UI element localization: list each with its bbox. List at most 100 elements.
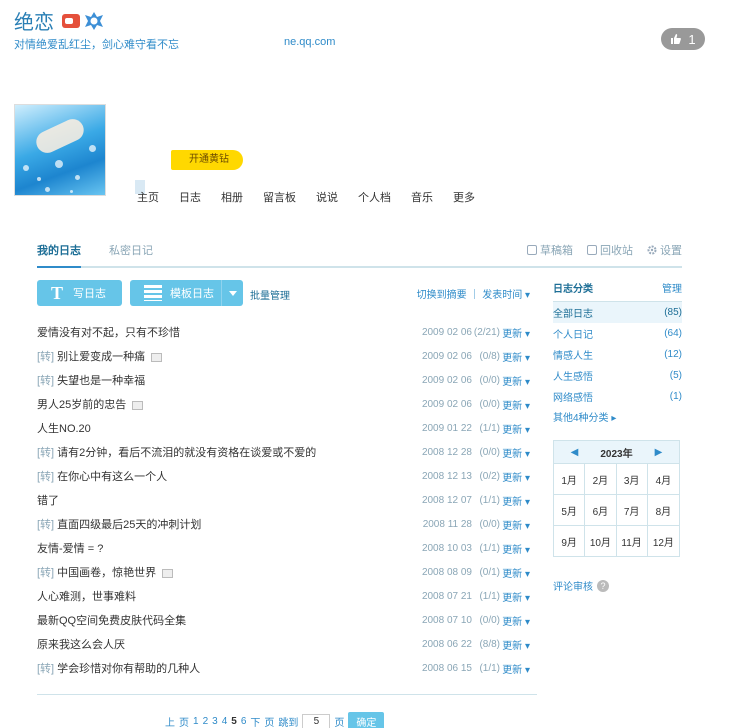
month-cell[interactable]: 4月 xyxy=(647,463,679,494)
entry-more-menu[interactable]: 更新 ▾ xyxy=(500,373,530,388)
go-button[interactable]: 确定 xyxy=(348,712,385,728)
entry-more-menu[interactable]: 更新 ▾ xyxy=(500,661,530,676)
template-dropdown-toggle[interactable] xyxy=(221,280,243,306)
avatar[interactable] xyxy=(14,104,106,196)
blog-entry-row[interactable]: 爱情没有对不起，只有不珍惜 2009 02 06 (2/21) 更新 ▾ xyxy=(37,320,530,344)
month-cell[interactable]: 12月 xyxy=(647,525,679,556)
pager-first[interactable]: 上 xyxy=(165,714,175,728)
nav-item-guestbook[interactable]: 留言板 xyxy=(263,189,296,205)
blog-entry-row[interactable]: [转] 请有2分钟，看后不流泪的就没有资格在谈爱或不爱的 2008 12 28 (0… xyxy=(37,440,530,464)
blog-entry-row[interactable]: [转] 中国画卷，惊艳世界 2008 08 09 (0/1) 更新 ▾ xyxy=(37,560,530,584)
recycle-link[interactable]: 回收站 xyxy=(587,242,633,258)
entry-more-menu[interactable]: 更新 ▾ xyxy=(500,637,530,652)
next-year-arrow-icon[interactable]: ▶ xyxy=(655,447,663,458)
blog-entry-row[interactable]: 友情-爱情 = ? 2008 10 03 (1/1) 更新 ▾ xyxy=(37,536,530,560)
blog-entry-row[interactable]: [转] 在你心中有这么一个人 2008 12 13 (0/2) 更新 ▾ xyxy=(37,464,530,488)
month-cell[interactable]: 9月 xyxy=(554,525,586,556)
entry-more-menu[interactable]: 更新 ▾ xyxy=(500,589,530,604)
template-blog-button[interactable]: 模板日志 xyxy=(130,280,243,306)
batch-manage-link[interactable]: 批量管理 xyxy=(250,287,290,302)
write-blog-button[interactable]: T 写日志 xyxy=(37,280,122,306)
blog-entry-row[interactable]: [转] 失望也是一种幸福 2009 02 06 (0/0) 更新 ▾ xyxy=(37,368,530,392)
more-categories-link[interactable]: 其他4种分类 ▸ xyxy=(553,409,682,424)
nav-item-blog[interactable]: 日志 xyxy=(179,189,201,205)
tab-private-diary[interactable]: 私密日记 xyxy=(109,242,153,258)
blog-entry-row[interactable]: [转] 别让爱变成一种痛 2009 02 06 (0/8) 更新 ▾ xyxy=(37,344,530,368)
entry-more-menu[interactable]: 更新 ▾ xyxy=(500,493,530,508)
nav-item-album[interactable]: 相册 xyxy=(221,189,243,205)
entry-title[interactable]: 友情-爱情 = ? xyxy=(37,540,392,556)
month-cell[interactable]: 5月 xyxy=(554,494,586,525)
entry-title[interactable]: 原来我这么会人厌 xyxy=(37,636,392,652)
entry-more-menu[interactable]: 更新 ▾ xyxy=(500,325,530,340)
category-manage-link[interactable]: 管理 xyxy=(662,280,682,295)
space-url[interactable]: ne.qq.com xyxy=(284,36,335,48)
vip-badge-icon[interactable] xyxy=(62,13,80,28)
diamond-badge-icon[interactable] xyxy=(84,11,104,31)
entry-title[interactable]: [转] 别让爱变成一种痛 xyxy=(37,348,392,364)
nav-item-profile[interactable]: 个人档 xyxy=(358,189,391,205)
nav-item-more[interactable]: 更多 xyxy=(453,189,475,205)
entry-title[interactable]: 男人25岁前的忠告 xyxy=(37,396,392,412)
blog-entry-row[interactable]: 错了 2008 12 07 (1/1) 更新 ▾ xyxy=(37,488,530,512)
pager-page-link[interactable]: 4 xyxy=(222,716,228,727)
month-cell[interactable]: 10月 xyxy=(585,525,617,556)
help-icon[interactable]: ? xyxy=(597,579,609,592)
blog-entry-row[interactable]: 原来我这么会人厌 2008 06 22 (8/8) 更新 ▾ xyxy=(37,632,530,656)
pager-next[interactable]: 下 xyxy=(250,714,260,728)
month-cell[interactable]: 6月 xyxy=(585,494,617,525)
prev-year-arrow-icon[interactable]: ◀ xyxy=(571,447,579,458)
entry-more-menu[interactable]: 更新 ▾ xyxy=(500,397,530,412)
month-cell[interactable]: 11月 xyxy=(616,525,648,556)
entry-more-menu[interactable]: 更新 ▾ xyxy=(500,565,530,580)
entry-more-menu[interactable]: 更新 ▾ xyxy=(500,421,530,436)
category-item[interactable]: 情感人生 (12) xyxy=(553,344,682,365)
sort-toggle[interactable]: 切换到摘要 ｜ 发表时间 ▾ xyxy=(417,286,530,301)
entry-more-menu[interactable]: 更新 ▾ xyxy=(500,469,530,484)
entry-title[interactable]: 最新QQ空间免费皮肤代码全集 xyxy=(37,612,392,628)
tab-my-blog[interactable]: 我的日志 xyxy=(37,242,81,268)
month-cell[interactable]: 7月 xyxy=(616,494,648,525)
entry-more-menu[interactable]: 更新 ▾ xyxy=(500,349,530,364)
entry-more-menu[interactable]: 更新 ▾ xyxy=(500,445,530,460)
pager-page-link[interactable]: 3 xyxy=(212,716,218,727)
entry-more-menu[interactable]: 更新 ▾ xyxy=(500,541,530,556)
month-cell[interactable]: 8月 xyxy=(647,494,679,525)
month-cell[interactable]: 1月 xyxy=(554,463,586,494)
nav-item-music[interactable]: 音乐 xyxy=(411,189,433,205)
like-button[interactable]: 1 xyxy=(661,28,705,50)
open-yellow-diamond-button[interactable]: 开通黄钻 xyxy=(171,150,243,170)
entry-title[interactable]: [转] 学会珍惜对你有帮助的几种人 xyxy=(37,660,392,676)
pager-last[interactable]: 页 xyxy=(264,714,274,728)
entry-title[interactable]: [转] 失望也是一种幸福 xyxy=(37,372,392,388)
category-item[interactable]: 全部日志 (85) xyxy=(553,302,682,323)
month-cell[interactable]: 3月 xyxy=(616,463,648,494)
page-jump-input[interactable]: 5 xyxy=(302,713,331,728)
blog-entry-row[interactable]: 人生NO.20 2009 01 22 (1/1) 更新 ▾ xyxy=(37,416,530,440)
category-item[interactable]: 人生感悟 (5) xyxy=(553,365,682,386)
pager-prev[interactable]: 页 xyxy=(179,714,189,728)
settings-link[interactable]: 设置 xyxy=(647,242,682,258)
entry-title[interactable]: 错了 xyxy=(37,492,392,508)
blog-entry-row[interactable]: [转] 学会珍惜对你有帮助的几种人 2008 06 15 (1/1) 更新 ▾ xyxy=(37,656,530,680)
pager-page-link[interactable]: 6 xyxy=(241,716,247,727)
category-item[interactable]: 网络感悟 (1) xyxy=(553,386,682,407)
entry-title[interactable]: [转] 直面四级最后25天的冲刺计划 xyxy=(37,516,392,532)
nav-item-status[interactable]: 说说 xyxy=(316,189,338,205)
nav-item-home[interactable]: 主页 xyxy=(137,189,159,205)
drafts-link[interactable]: 草稿箱 xyxy=(527,242,573,258)
entry-title[interactable]: [转] 中国画卷，惊艳世界 xyxy=(37,564,392,580)
entry-title[interactable]: 爱情没有对不起，只有不珍惜 xyxy=(37,324,392,340)
entry-title[interactable]: 人生NO.20 xyxy=(37,420,392,436)
blog-entry-row[interactable]: [转] 直面四级最后25天的冲刺计划 2008 11 28 (0/0) 更新 ▾ xyxy=(37,512,530,536)
entry-more-menu[interactable]: 更新 ▾ xyxy=(500,517,530,532)
pager-page-link[interactable]: 2 xyxy=(203,716,209,727)
entry-title[interactable]: [转] 在你心中有这么一个人 xyxy=(37,468,392,484)
blog-entry-row[interactable]: 最新QQ空间免费皮肤代码全集 2008 07 10 (0/0) 更新 ▾ xyxy=(37,608,530,632)
entry-more-menu[interactable]: 更新 ▾ xyxy=(500,613,530,628)
blog-entry-row[interactable]: 人心难测，世事难料 2008 07 21 (1/1) 更新 ▾ xyxy=(37,584,530,608)
entry-title[interactable]: 人心难测，世事难料 xyxy=(37,588,392,604)
pager-current-page[interactable]: 5 xyxy=(231,716,237,727)
month-cell[interactable]: 2月 xyxy=(585,463,617,494)
pager-page-link[interactable]: 1 xyxy=(193,716,199,727)
